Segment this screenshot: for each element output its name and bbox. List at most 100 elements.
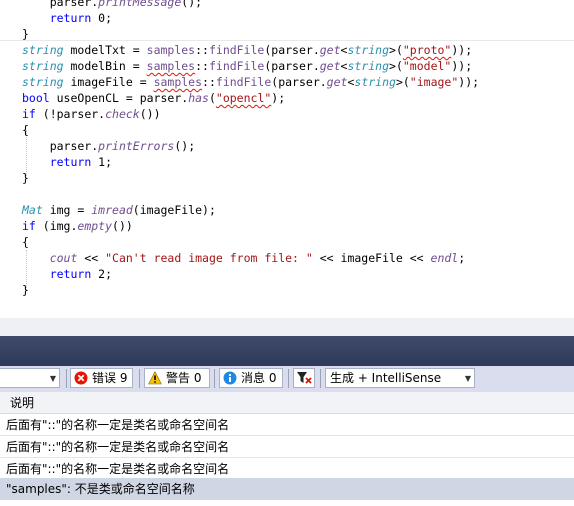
warning-icon [148, 371, 162, 385]
code-token: 2; [91, 267, 113, 281]
scope-dropdown[interactable]: ▼ [0, 368, 60, 388]
code-line[interactable]: { [0, 122, 574, 138]
code-line[interactable]: Mat img = imread(imageFile); [0, 202, 574, 218]
code-token: string [347, 43, 390, 57]
code-line[interactable]: parser.printMessage(); [0, 0, 574, 10]
code-text: } [0, 282, 574, 298]
messages-filter-button[interactable]: 消息 0 [219, 368, 283, 388]
code-token: 0; [91, 11, 113, 25]
code-token: "proto" [402, 43, 452, 57]
list-item-selected[interactable]: "samples": 不是类或命名空间名称 [0, 478, 574, 500]
code-text: if (img.empty()) [0, 218, 574, 234]
code-token: } [22, 171, 29, 185]
code-token: ( [208, 91, 216, 105]
code-line[interactable]: string modelBin = samples::findFile(pars… [0, 58, 574, 74]
code-line[interactable]: parser.printErrors(); [0, 138, 574, 154]
code-token: findFile [215, 75, 272, 89]
toolbar-divider [139, 369, 140, 388]
build-filter-dropdown[interactable]: 生成 + IntelliSense ▼ [325, 368, 475, 388]
code-token: ()) [112, 219, 133, 233]
code-token: Mat [22, 203, 43, 217]
code-editor[interactable]: parser.printMessage(); return 0;} string … [0, 0, 574, 318]
code-token: endl [430, 251, 459, 265]
code-line[interactable]: bool useOpenCL = parser.has("opencl"); [0, 90, 574, 106]
error-list-title-bar [0, 336, 574, 366]
code-token: (parser. [264, 43, 320, 57]
code-text: { [0, 234, 574, 250]
code-text: } [0, 170, 574, 186]
error-description: 后面有"::"的名称一定是类名或命名空间名 [6, 418, 230, 432]
code-line[interactable]: } [0, 26, 574, 42]
toolbar-divider [320, 369, 321, 388]
build-filter-value: 生成 + IntelliSense [330, 371, 442, 385]
code-line[interactable]: string modelTxt = samples::findFile(pars… [0, 42, 574, 58]
code-line[interactable]: if (img.empty()) [0, 218, 574, 234]
code-token: return [49, 267, 92, 281]
code-token: (); [181, 0, 203, 9]
code-token: printErrors [98, 139, 175, 153]
code-token: parser. [22, 139, 99, 153]
code-token: get [326, 75, 348, 89]
code-token: (!parser. [35, 107, 106, 121]
code-text: bool useOpenCL = parser.has("opencl"); [0, 90, 574, 106]
code-token: string [354, 75, 396, 89]
code-token: (parser. [264, 59, 320, 73]
code-token: return [49, 155, 92, 169]
code-line[interactable]: if (!parser.check()) [0, 106, 574, 122]
code-token: bool [22, 91, 50, 105]
code-line[interactable] [0, 186, 574, 202]
code-token: (imageFile); [132, 203, 216, 217]
code-token: modelBin = [63, 59, 147, 73]
panel-splitter[interactable] [0, 318, 574, 336]
code-token: (img. [35, 219, 78, 233]
code-text: return 1; [0, 154, 574, 170]
code-text: string imageFile = samples::findFile(par… [0, 74, 574, 90]
code-token: has [188, 91, 209, 105]
code-token: parser. [22, 0, 99, 9]
code-token: :: [195, 43, 209, 57]
code-text: { [0, 122, 574, 138]
code-token: :: [195, 59, 209, 73]
error-description: 后面有"::"的名称一定是类名或命名空间名 [6, 462, 230, 476]
code-token: samples [146, 59, 196, 73]
code-token: << imageFile << [312, 251, 431, 265]
code-token: (parser. [271, 75, 327, 89]
code-text: string modelBin = samples::findFile(pars… [0, 58, 574, 74]
code-token: "Can't read image from file: " [105, 251, 313, 265]
messages-count-label: 消息 0 [241, 371, 277, 385]
warnings-filter-button[interactable]: 警告 0 [144, 368, 210, 388]
code-line[interactable]: } [0, 282, 574, 298]
filter-toggle-button[interactable] [293, 368, 315, 388]
code-token: )); [451, 43, 473, 57]
code-token: { [22, 235, 29, 249]
errors-filter-button[interactable]: 错误 9 [70, 368, 133, 388]
toolbar-divider [288, 369, 289, 388]
column-header-description[interactable]: 说明 [0, 392, 574, 414]
code-token: )); [451, 59, 473, 73]
code-token: empty [77, 219, 113, 233]
code-line[interactable]: cout << "Can't read image from file: " <… [0, 250, 574, 266]
code-line[interactable]: return 0; [0, 10, 574, 26]
info-icon [223, 371, 237, 385]
code-token: useOpenCL = parser. [49, 91, 189, 105]
error-list-toolbar: ▼ 错误 9 警告 0 消息 0 生成 + IntelliSense ▼ [0, 366, 574, 392]
code-token: samples [153, 75, 203, 89]
code-line[interactable]: return 2; [0, 266, 574, 282]
code-token: check [105, 107, 140, 121]
code-line[interactable]: } [0, 170, 574, 186]
list-item[interactable]: 后面有"::"的名称一定是类名或命名空间名 [0, 436, 574, 458]
code-token: >( [389, 43, 403, 57]
code-text: return 0; [0, 10, 574, 26]
code-token: "model" [402, 59, 452, 73]
list-item[interactable]: 后面有"::"的名称一定是类名或命名空间名 [0, 458, 574, 480]
code-line[interactable]: string imageFile = samples::findFile(par… [0, 74, 574, 90]
code-token: if [22, 219, 36, 233]
code-token: (); [174, 139, 196, 153]
code-token: modelTxt = [63, 43, 147, 57]
code-line[interactable]: return 1; [0, 154, 574, 170]
code-token: >( [389, 59, 403, 73]
list-item[interactable]: 后面有"::"的名称一定是类名或命名空间名 [0, 414, 574, 436]
code-line[interactable]: { [0, 234, 574, 250]
